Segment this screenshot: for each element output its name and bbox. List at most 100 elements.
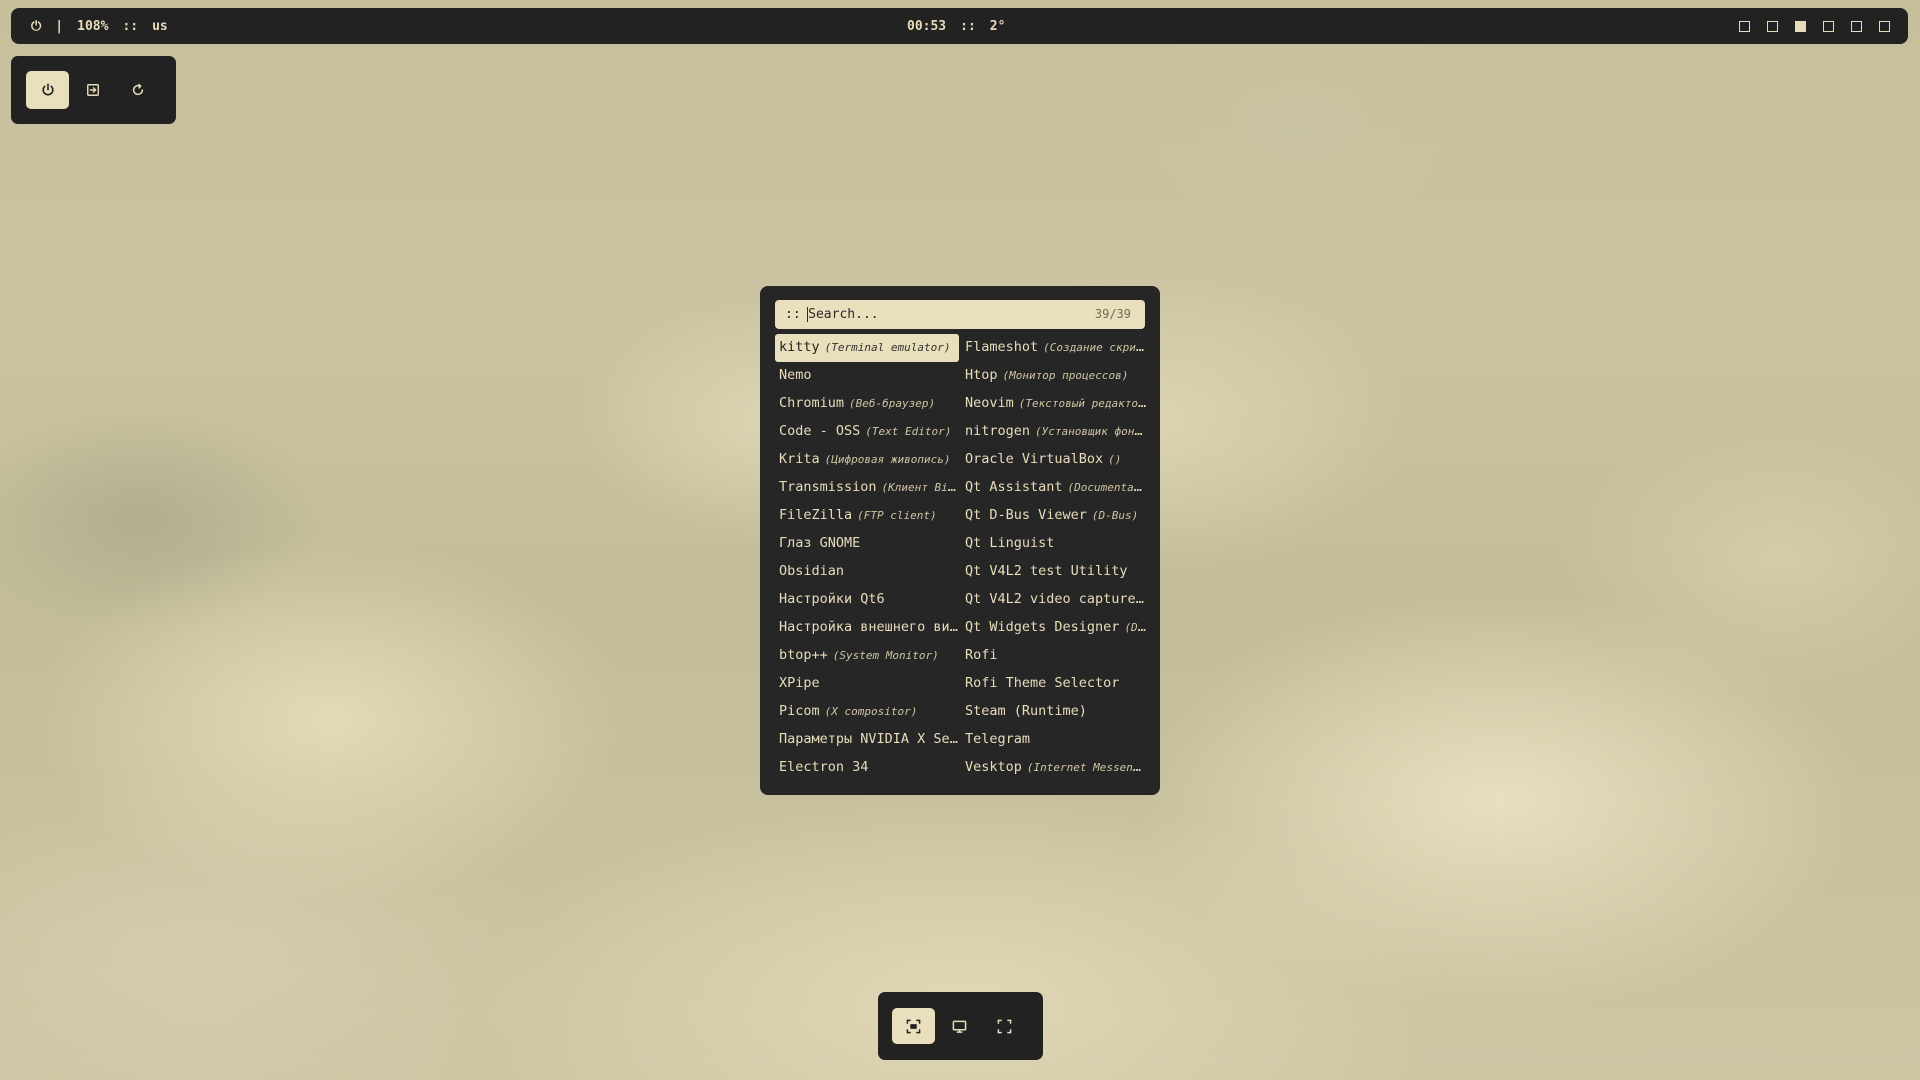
launcher-entry[interactable]: Настройки Qt6 bbox=[775, 586, 959, 614]
screenshot-fullscreen-icon bbox=[997, 1019, 1012, 1033]
entry-name: Qt Assistant bbox=[965, 479, 1063, 495]
entry-description: (Text Editor) bbox=[865, 425, 952, 438]
entry-name: Rofi bbox=[965, 647, 998, 663]
reboot-icon bbox=[132, 83, 143, 96]
entry-description: (Designer) bbox=[1124, 621, 1147, 634]
entry-description: (X compositor) bbox=[824, 705, 918, 718]
reboot-button[interactable] bbox=[116, 71, 159, 109]
entry-name: Htop bbox=[965, 367, 998, 383]
search-input[interactable] bbox=[808, 307, 1069, 322]
launcher-entry[interactable]: Krita (Цифровая живопись) bbox=[775, 446, 959, 474]
top-bar: ⏻ | 108% :: us 00:53 :: 2° bbox=[11, 8, 1908, 44]
launcher-entry[interactable]: Qt Linguist bbox=[961, 530, 1147, 558]
entry-name: Krita bbox=[779, 451, 820, 467]
launcher-entry[interactable]: btop++ (System Monitor) bbox=[775, 642, 959, 670]
top-bar-center: 00:53 :: 2° bbox=[907, 8, 1019, 44]
launcher-entry[interactable]: Rofi bbox=[961, 642, 1147, 670]
power-menu bbox=[11, 56, 176, 124]
entry-name: Nemo bbox=[779, 367, 812, 383]
launcher-entry[interactable]: Настройка внешнего вида bbox=[775, 614, 959, 642]
entry-name: Vesktop bbox=[965, 759, 1022, 775]
launcher-entry[interactable]: Steam (Runtime) bbox=[961, 698, 1147, 726]
workspace-6[interactable] bbox=[1879, 20, 1890, 32]
entry-name: Qt Linguist bbox=[965, 535, 1055, 551]
entry-description: (Documentation) bbox=[1067, 481, 1147, 494]
entry-description: (Установщик фона) bbox=[1035, 425, 1147, 438]
logout-button[interactable] bbox=[71, 71, 114, 109]
entry-name: Qt Widgets Designer bbox=[965, 619, 1120, 635]
entry-name: Picom bbox=[779, 703, 820, 719]
separator: :: bbox=[960, 18, 976, 34]
launcher-entry[interactable]: nitrogen (Установщик фона) bbox=[961, 418, 1147, 446]
power-status-icon[interactable]: ⏻ bbox=[31, 19, 41, 34]
entry-name: Neovim bbox=[965, 395, 1014, 411]
launcher-entry[interactable]: XPipe bbox=[775, 670, 959, 698]
launcher-entry[interactable]: Nemo bbox=[775, 362, 959, 390]
launcher-entry[interactable]: Qt Assistant (Documentation) bbox=[961, 474, 1147, 502]
workspace-2[interactable] bbox=[1767, 20, 1778, 32]
entry-description: (D-Bus) bbox=[1091, 509, 1139, 522]
launcher-entry[interactable]: Oracle VirtualBox () bbox=[961, 446, 1147, 474]
entry-description: (Текстовый редактор) bbox=[1018, 397, 1147, 410]
launcher-entry[interactable]: Telegram bbox=[961, 726, 1147, 754]
entry-description: (Terminal emulator) bbox=[824, 341, 951, 354]
launcher-entry[interactable]: Глаз GNOME bbox=[775, 530, 959, 558]
entry-description: (Создание скриншотов) bbox=[1043, 341, 1147, 354]
keyboard-layout[interactable]: us bbox=[152, 19, 168, 34]
entry-name: Глаз GNOME bbox=[779, 535, 861, 551]
entry-name: Flameshot bbox=[965, 339, 1039, 355]
launcher-entry[interactable]: FileZilla (FTP client) bbox=[775, 502, 959, 530]
workspace-1[interactable] bbox=[1739, 20, 1750, 32]
entry-description: (Internet Messenger) bbox=[1026, 761, 1147, 774]
launcher-entry[interactable]: Vesktop (Internet Messenger) bbox=[961, 754, 1147, 782]
entry-name: Telegram bbox=[965, 731, 1031, 747]
entry-description: (Веб-браузер) bbox=[849, 397, 936, 410]
brightness-indicator[interactable]: 108% bbox=[77, 19, 108, 34]
app-launcher: :: 39/39 kitty (Terminal emulator)NemoChr… bbox=[760, 286, 1160, 795]
workspace-4[interactable] bbox=[1823, 20, 1834, 32]
launcher-entry[interactable]: Electron 34 bbox=[775, 754, 959, 782]
entry-name: Настройка внешнего вида bbox=[779, 619, 959, 635]
entry-name: Code - OSS bbox=[779, 423, 861, 439]
launcher-entry[interactable]: Code - OSS (Text Editor) bbox=[775, 418, 959, 446]
entry-name: nitrogen bbox=[965, 423, 1031, 439]
entry-description: (Цифровая живопись) bbox=[824, 453, 951, 466]
launcher-entry[interactable]: Flameshot (Создание скриншотов) bbox=[961, 334, 1147, 362]
launcher-entry[interactable]: Qt Widgets Designer (Designer) bbox=[961, 614, 1147, 642]
entry-name: btop++ bbox=[779, 647, 828, 663]
launcher-entry[interactable]: Htop (Монитор процессов) bbox=[961, 362, 1147, 390]
top-bar-left: ⏻ | 108% :: us bbox=[31, 8, 182, 44]
weather-temperature[interactable]: 2° bbox=[990, 19, 1006, 34]
screenshot-region-button[interactable] bbox=[892, 1008, 935, 1044]
entry-name: XPipe bbox=[779, 675, 820, 691]
launcher-entry[interactable]: Neovim (Текстовый редактор) bbox=[961, 390, 1147, 418]
shutdown-button[interactable] bbox=[26, 71, 69, 109]
entry-name: Rofi Theme Selector bbox=[965, 675, 1120, 691]
entry-name: Qt V4L2 test Utility bbox=[965, 563, 1128, 579]
entry-name: Qt V4L2 video capture utility bbox=[965, 591, 1147, 607]
entry-name: Electron 34 bbox=[779, 759, 869, 775]
screenshot-menu bbox=[878, 992, 1043, 1060]
entry-name: Параметры NVIDIA X Server bbox=[779, 731, 959, 747]
entry-name: Qt D-Bus Viewer bbox=[965, 507, 1087, 523]
search-prompt: :: bbox=[785, 307, 801, 322]
launcher-entry[interactable]: kitty (Terminal emulator) bbox=[775, 334, 959, 362]
screenshot-fullscreen-button[interactable] bbox=[983, 1008, 1026, 1044]
launcher-entry[interactable]: Qt D-Bus Viewer (D-Bus) bbox=[961, 502, 1147, 530]
results-column-left: kitty (Terminal emulator) Nemo Chromium (Веб… bbox=[775, 334, 959, 782]
launcher-entry[interactable]: Параметры NVIDIA X Server bbox=[775, 726, 959, 754]
launcher-entry[interactable]: Rofi Theme Selector bbox=[961, 670, 1147, 698]
launcher-entry[interactable]: Obsidian bbox=[775, 558, 959, 586]
screenshot-monitor-button[interactable] bbox=[938, 1008, 981, 1044]
launcher-entry[interactable]: Chromium (Веб-браузер) bbox=[775, 390, 959, 418]
launcher-entry[interactable]: Qt V4L2 video capture utility bbox=[961, 586, 1147, 614]
workspace-5[interactable] bbox=[1851, 20, 1862, 32]
entry-name: Oracle VirtualBox bbox=[965, 451, 1104, 467]
launcher-entry[interactable]: Transmission (Клиент BitTorrent) bbox=[775, 474, 959, 502]
clock[interactable]: 00:53 bbox=[907, 19, 946, 34]
launcher-entry[interactable]: Picom (X compositor) bbox=[775, 698, 959, 726]
workspace-3[interactable] bbox=[1795, 20, 1806, 32]
search-bar[interactable]: :: 39/39 bbox=[775, 300, 1145, 329]
entry-name: Obsidian bbox=[779, 563, 845, 579]
launcher-entry[interactable]: Qt V4L2 test Utility bbox=[961, 558, 1147, 586]
